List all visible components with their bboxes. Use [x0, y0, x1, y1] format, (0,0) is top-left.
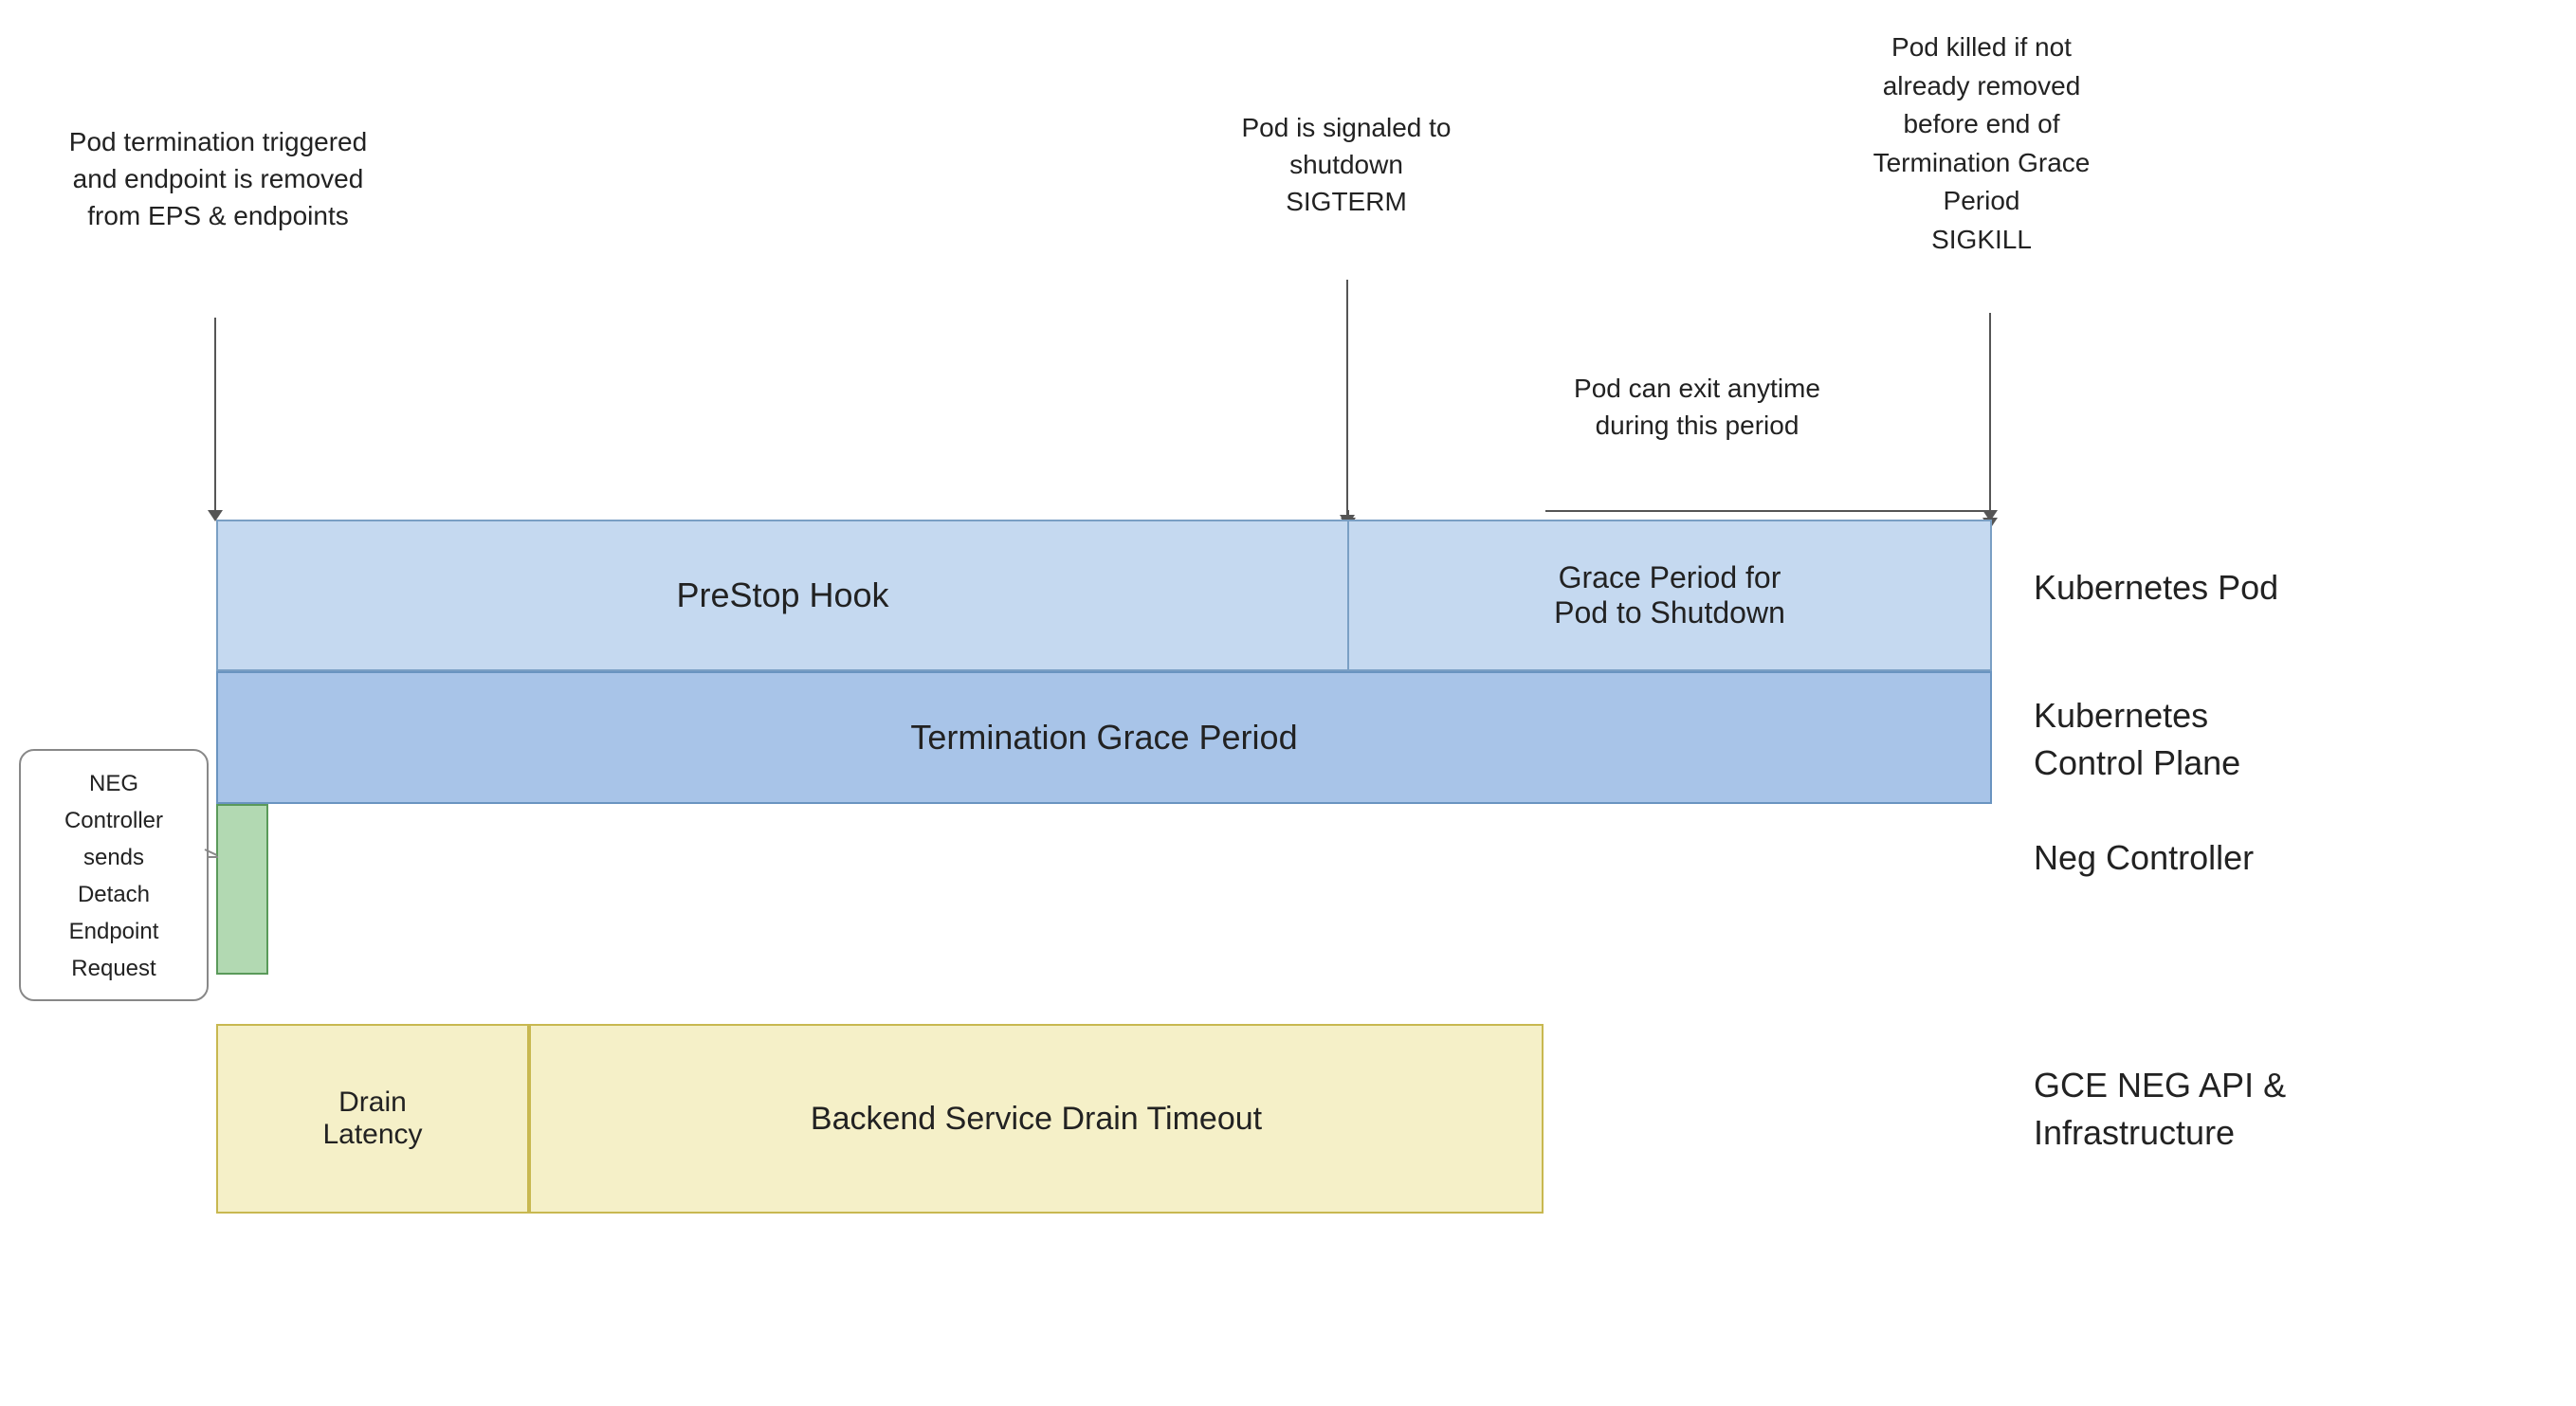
trigger-vline	[214, 318, 216, 512]
diagram: Pod killed if not already removed before…	[0, 0, 2576, 1406]
pod-exit-vline-right	[1989, 510, 1991, 520]
backend-drain-bar: Backend Service Drain Timeout	[529, 1024, 1544, 1214]
termination-grace-label: Termination Grace Period	[910, 718, 1297, 758]
row-neg-controller: Neg Controller	[2034, 834, 2413, 882]
sigkill-annotation: Pod killed if not already removed before…	[1801, 28, 2162, 260]
prestop-bar: PreStop Hook	[216, 520, 1347, 671]
sigterm-annotation: Pod is signaled to shutdown SIGTERM	[1204, 109, 1489, 221]
prestop-label: PreStop Hook	[676, 575, 888, 615]
termination-grace-bar: Termination Grace Period	[216, 671, 1992, 804]
trigger-annotation: Pod termination triggered and endpoint i…	[38, 123, 398, 235]
grace-shutdown-bar: Grace Period for Pod to Shutdown	[1347, 520, 1992, 671]
drain-latency-bar: Drain Latency	[216, 1024, 529, 1214]
row-k8s-pod: Kubernetes Pod	[2034, 564, 2413, 612]
pod-exit-annotation: Pod can exit anytime during this period	[1517, 370, 1877, 444]
bubble-line1	[207, 856, 218, 858]
row-k8s-control: Kubernetes Control Plane	[2034, 692, 2413, 788]
grace-shutdown-label: Grace Period for Pod to Shutdown	[1554, 560, 1785, 630]
drain-latency-label: Drain Latency	[322, 1086, 422, 1151]
neg-controller-bar	[216, 804, 268, 975]
pod-exit-hline	[1545, 510, 1991, 512]
pod-exit-vline-left	[1347, 510, 1349, 520]
row-gce-neg: GCE NEG API & Infrastructure	[2034, 1062, 2441, 1158]
sigterm-vline	[1346, 280, 1348, 517]
neg-speech-bubble: NEG Controller sends Detach Endpoint Req…	[19, 749, 209, 1001]
sigkill-vline	[1989, 313, 1991, 512]
backend-drain-label: Backend Service Drain Timeout	[811, 1101, 1262, 1138]
